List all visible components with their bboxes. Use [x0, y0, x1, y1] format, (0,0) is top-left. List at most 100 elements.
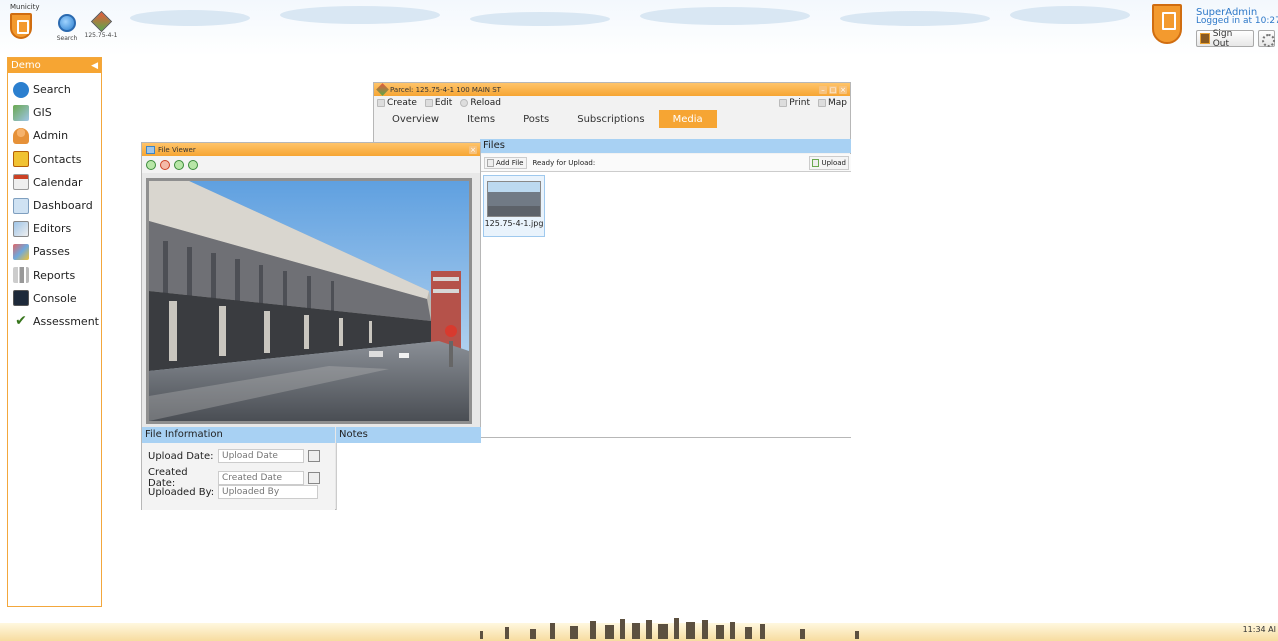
calendar-icon[interactable] [308, 472, 320, 484]
edit-icon [424, 99, 433, 107]
top-header: Municity Search 125.75-4-1 SuperAdmin Lo… [0, 0, 1278, 56]
file-thumbnail[interactable]: 125.75-4-1.jpg [483, 175, 545, 237]
tab-media[interactable]: Media [658, 110, 717, 128]
notes-panel[interactable] [336, 443, 481, 510]
close-icon[interactable]: × [839, 85, 847, 94]
sidebar-item-search[interactable]: Search [8, 78, 101, 101]
cloud-decoration [280, 6, 440, 24]
cloud-decoration [640, 7, 810, 25]
sidebar-item-assessment[interactable]: ✔ Assessment [8, 310, 101, 333]
tab-subscriptions[interactable]: Subscriptions [563, 110, 658, 128]
tab-overview[interactable]: Overview [378, 110, 453, 128]
create-icon [377, 99, 385, 107]
dashboard-icon [13, 197, 29, 214]
edit-button[interactable]: Edit [424, 98, 453, 108]
header-search-tool[interactable]: Search [50, 14, 84, 42]
print-button[interactable]: Print [779, 98, 810, 108]
close-icon[interactable]: × [469, 145, 477, 154]
file-information-header: File Information [142, 427, 335, 443]
upload-icon [812, 159, 820, 167]
minimize-icon[interactable]: – [819, 85, 827, 94]
sidebar-item-label: Editors [33, 222, 72, 236]
calendar-icon [13, 174, 29, 191]
tab-items[interactable]: Items [453, 110, 509, 128]
upload-button[interactable]: Upload [809, 156, 849, 170]
print-label: Print [789, 98, 810, 108]
reload-button[interactable]: Reload [460, 98, 501, 108]
settings-button[interactable] [1258, 30, 1275, 47]
user-panel: SuperAdmin Logged in at 10:27 a Sign Out [1152, 4, 1278, 52]
notes-header: Notes [336, 427, 481, 443]
uploaded-by-field[interactable] [218, 485, 318, 499]
sign-out-button[interactable]: Sign Out [1196, 29, 1254, 49]
upload-date-row: Upload Date: [148, 449, 320, 463]
file-viewer-window: File Viewer × File Information Notes Upl… [141, 142, 481, 510]
file-viewer-titlebar[interactable]: File Viewer × [142, 143, 480, 156]
file-add-icon [487, 158, 494, 167]
map-button[interactable]: Map [818, 98, 847, 108]
zoom-out-icon[interactable] [160, 159, 170, 170]
file-preview-image [146, 178, 472, 424]
map-label: Map [828, 98, 847, 108]
phone-book-icon [13, 151, 29, 168]
shield-logo-icon [10, 13, 32, 39]
created-date-field[interactable] [218, 471, 304, 485]
door-icon [1200, 33, 1210, 44]
header-parcel-tool[interactable]: 125.75-4-1 [84, 10, 118, 39]
tab-posts[interactable]: Posts [509, 110, 563, 128]
files-toolbar: Add File Ready for Upload: Upload [480, 154, 851, 172]
collapse-icon[interactable]: ◀ [91, 61, 98, 71]
print-icon [779, 99, 788, 107]
parcel-window-titlebar[interactable]: Parcel: 125.75-4-1 100 MAIN ST – □ × [374, 83, 850, 96]
map-icon [818, 99, 826, 107]
sidebar-item-label: Admin [33, 129, 69, 143]
edit-label: Edit [434, 98, 453, 108]
checkmark-icon: ✔ [15, 313, 27, 330]
maximize-icon[interactable]: □ [829, 85, 837, 94]
files-list: 125.75-4-1.jpg [480, 172, 851, 437]
parcel-tabs: Overview Items Posts Subscriptions Media [374, 110, 850, 128]
street-photo [149, 181, 469, 421]
reload-label: Reload [470, 98, 501, 108]
sidebar-item-reports[interactable]: Reports [8, 264, 101, 287]
sidebar-item-calendar[interactable]: Calendar [8, 171, 101, 194]
sidebar-item-contacts[interactable]: Contacts [8, 148, 101, 171]
person-icon [13, 127, 29, 144]
sidebar-header[interactable]: Demo ◀ [8, 58, 101, 73]
sidebar-item-dashboard[interactable]: Dashboard [8, 194, 101, 217]
parcel-toolbar: Create Edit Reload Print Map [374, 96, 850, 110]
sidebar-item-label: Search [33, 83, 71, 97]
app-logo[interactable]: Municity [10, 3, 46, 39]
create-button[interactable]: Create [377, 98, 417, 108]
sidebar-item-label: Passes [33, 245, 70, 259]
calendar-icon[interactable] [308, 450, 320, 462]
passes-icon [13, 243, 29, 260]
add-file-button[interactable]: Add File [484, 156, 527, 169]
reports-icon [13, 267, 29, 284]
search-icon [13, 81, 29, 98]
upload-date-field[interactable] [218, 449, 304, 463]
sidebar-item-gis[interactable]: GIS [8, 101, 101, 124]
reload-icon [460, 99, 469, 107]
sidebar-item-label: Reports [33, 268, 76, 282]
sidebar-item-label: Calendar [33, 175, 83, 189]
zoom-in-icon[interactable] [146, 159, 156, 170]
login-time: Logged in at 10:27 a [1196, 16, 1278, 26]
rotate-right-icon[interactable] [188, 159, 198, 170]
header-search-label: Search [56, 35, 78, 42]
sidebar: Demo ◀ Search GIS Admin Contacts Calenda… [7, 57, 102, 607]
editors-icon [13, 220, 29, 237]
sidebar-item-admin[interactable]: Admin [8, 124, 101, 147]
upload-status: Ready for Upload: [532, 158, 596, 167]
create-label: Create [387, 98, 417, 108]
sidebar-item-label: Dashboard [33, 199, 93, 213]
search-icon [58, 14, 76, 32]
rotate-left-icon[interactable] [174, 159, 184, 170]
file-viewer-title: File Viewer [158, 145, 196, 154]
sidebar-item-console[interactable]: Console [8, 287, 101, 310]
console-icon [13, 290, 29, 307]
upload-label: Upload [821, 159, 846, 167]
city-skyline-decoration [480, 618, 859, 639]
sidebar-item-editors[interactable]: Editors [8, 217, 101, 240]
sidebar-item-passes[interactable]: Passes [8, 240, 101, 263]
